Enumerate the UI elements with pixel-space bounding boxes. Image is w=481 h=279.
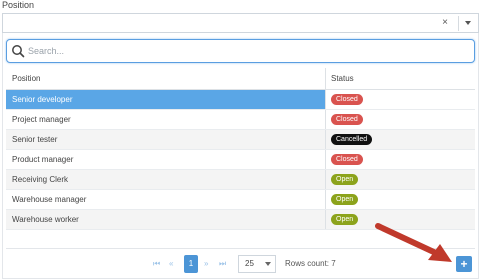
select-divider [458, 16, 459, 31]
field-label: Position [2, 0, 35, 10]
table-row[interactable]: Senior developer Closed [6, 89, 475, 110]
cell-position: Project manager [6, 109, 326, 130]
search-box[interactable] [6, 39, 475, 63]
positions-table: Position Status Senior developer Closed Pr… [6, 68, 475, 230]
cell-status: Open [325, 169, 475, 190]
add-button[interactable]: + [456, 256, 472, 272]
pointer-arrow-icon [375, 223, 452, 262]
table-row[interactable]: Warehouse manager Open [6, 189, 475, 210]
status-badge: Open [331, 194, 359, 205]
status-badge: Open [331, 174, 359, 185]
cell-position: Receiving Clerk [6, 169, 326, 190]
cell-status: Cancelled [325, 129, 475, 150]
cell-position: Warehouse manager [6, 189, 326, 210]
status-badge: Open [331, 214, 359, 225]
status-badge: Closed [331, 94, 363, 105]
column-header-position[interactable]: Position [6, 68, 326, 90]
last-page-icon[interactable]: ⏭ [219, 259, 226, 269]
first-page-icon[interactable]: ⏮ [153, 259, 160, 269]
page-size-select[interactable]: 25 [238, 255, 276, 273]
page-button-current[interactable]: 1 [184, 255, 198, 273]
next-page-icon[interactable]: » [204, 259, 208, 268]
search-input[interactable] [28, 43, 468, 59]
table-row[interactable]: Senior tester Cancelled [6, 129, 475, 150]
cell-position: Senior developer [6, 89, 326, 110]
cell-status: Closed [325, 89, 475, 110]
column-header-status[interactable]: Status [325, 68, 475, 90]
status-badge: Closed [331, 114, 363, 125]
cell-status: Open [325, 189, 475, 210]
chevron-down-icon [265, 262, 271, 266]
status-badge: Closed [331, 154, 363, 165]
table-row[interactable]: Project manager Closed [6, 109, 475, 130]
rows-count: Rows count: 7 [285, 259, 336, 268]
chevron-down-icon[interactable] [465, 21, 471, 25]
status-badge: Cancelled [331, 134, 373, 145]
table-row[interactable]: Receiving Clerk Open [6, 169, 475, 190]
cell-position: Senior tester [6, 129, 326, 150]
clear-icon[interactable]: × [442, 17, 448, 28]
cell-status: Closed [325, 149, 475, 170]
table-row[interactable]: Product manager Closed [6, 149, 475, 170]
cell-position: Warehouse worker [6, 209, 326, 230]
table-header-row: Position Status [6, 68, 475, 90]
page-size-value: 25 [245, 259, 254, 268]
prev-page-icon[interactable]: « [169, 259, 173, 268]
position-select[interactable]: × [2, 13, 479, 33]
cell-status: Closed [325, 109, 475, 130]
cell-position: Product manager [6, 149, 326, 170]
search-icon [12, 45, 25, 58]
